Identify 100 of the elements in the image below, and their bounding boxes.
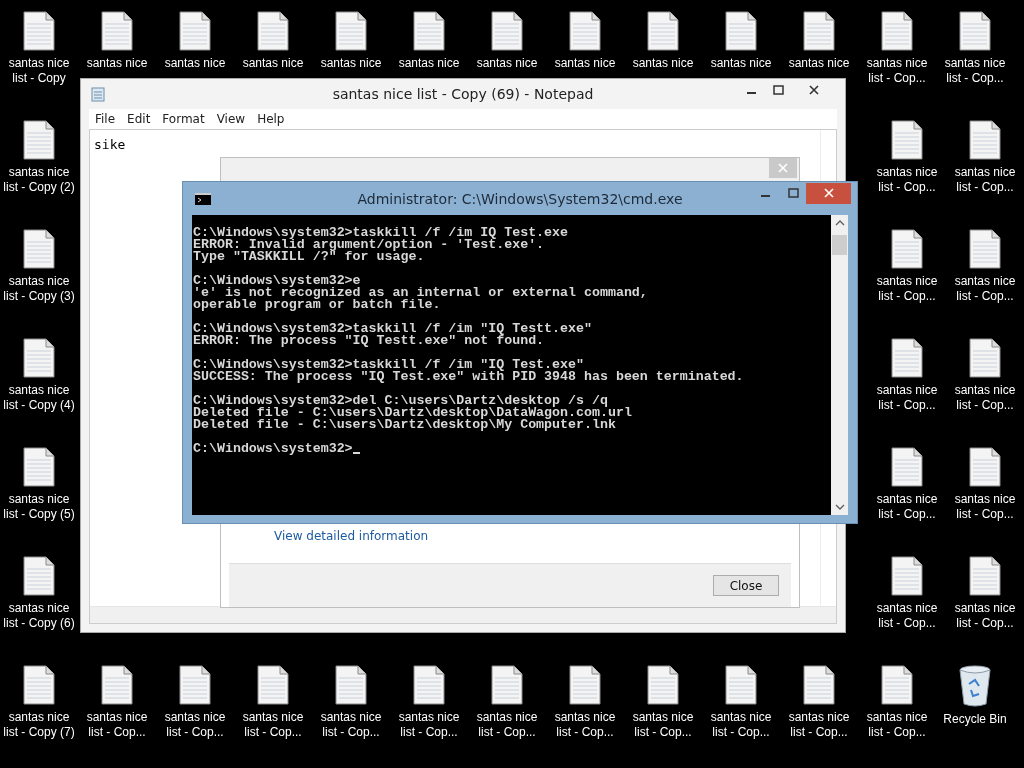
file-icon[interactable]: [100, 664, 134, 706]
maximize-icon[interactable]: [787, 188, 799, 198]
icon-label: santas nice: [553, 56, 617, 71]
maximize-icon[interactable]: [772, 85, 784, 95]
icon-label: santas nice list - Copy (2): [2, 165, 76, 195]
icon-label: santas nice list - Cop...: [943, 56, 1007, 86]
icon-label: santas nice: [709, 56, 773, 71]
file-icon[interactable]: [334, 664, 368, 706]
icon-label: santas nice list - Cop...: [875, 383, 939, 413]
icon-label: santas nice list - Cop...: [865, 710, 929, 740]
file-icon[interactable]: [968, 555, 1002, 597]
scroll-thumb[interactable]: [832, 235, 847, 255]
icon-label: santas nice list - Copy: [7, 56, 71, 86]
file-icon[interactable]: [968, 228, 1002, 270]
icon-label: santas nice list - Cop...: [875, 492, 939, 522]
icon-label: santas nice list - Copy (3): [2, 274, 76, 304]
file-icon[interactable]: [968, 446, 1002, 488]
file-icon[interactable]: [22, 337, 56, 379]
icon-label: santas nice: [85, 56, 149, 71]
file-icon[interactable]: [880, 664, 914, 706]
console-line: Type "TASKKILL /?" for usage.: [193, 251, 425, 263]
window-title: Administrator: C:\Windows\System32\cmd.exe: [357, 190, 683, 207]
file-icon[interactable]: [22, 555, 56, 597]
icon-label: santas nice: [241, 56, 305, 71]
file-icon[interactable]: [490, 10, 524, 52]
icon-label: santas nice list - Cop...: [953, 274, 1017, 304]
icon-label: santas nice list - Cop...: [631, 710, 695, 740]
scroll-up-icon[interactable]: [834, 219, 845, 227]
file-icon[interactable]: [22, 119, 56, 161]
menu-item[interactable]: Format: [156, 112, 211, 126]
file-icon[interactable]: [100, 10, 134, 52]
close-button[interactable]: [806, 182, 851, 204]
console-icon: [195, 193, 211, 205]
file-icon[interactable]: [490, 664, 524, 706]
icon-label: santas nice list - Cop...: [953, 383, 1017, 413]
console-line: 'e' is not recognized as an internal or external command,: [193, 287, 648, 299]
icon-label: santas nice: [163, 56, 227, 71]
file-icon[interactable]: [890, 555, 924, 597]
icon-label: santas nice: [319, 56, 383, 71]
icon-label: Recycle Bin: [942, 712, 1008, 727]
console-line: operable program or batch file.: [193, 299, 441, 311]
file-icon[interactable]: [890, 119, 924, 161]
menu-item[interactable]: File: [89, 112, 122, 126]
menu-item[interactable]: Help: [251, 112, 291, 126]
file-icon[interactable]: [880, 10, 914, 52]
file-icon[interactable]: [968, 337, 1002, 379]
file-icon[interactable]: [22, 228, 56, 270]
icon-label: santas nice list - Cop...: [875, 165, 939, 195]
scroll-down-icon[interactable]: [834, 503, 845, 511]
file-icon[interactable]: [256, 664, 290, 706]
console-line: C:\Windows\system32>taskkill /f /im IQ Test.exe: [193, 227, 569, 239]
file-icon[interactable]: [256, 10, 290, 52]
menu-item[interactable]: Edit: [121, 112, 157, 126]
close-button[interactable]: Close: [713, 575, 779, 596]
icon-label: santas nice list - Cop...: [875, 601, 939, 631]
file-icon[interactable]: [412, 664, 446, 706]
icon-label: santas nice: [631, 56, 695, 71]
icon-label: santas nice list - Cop...: [163, 710, 227, 740]
file-icon[interactable]: [802, 10, 836, 52]
file-icon[interactable]: [568, 10, 602, 52]
icon-label: santas nice list - Copy (4): [2, 383, 76, 413]
document-text: sike: [94, 137, 126, 152]
icon-label: santas nice: [475, 56, 539, 71]
notepad-icon: [91, 86, 105, 102]
file-icon[interactable]: [646, 10, 680, 52]
icon-label: santas nice list - Cop...: [953, 165, 1017, 195]
file-icon[interactable]: [890, 337, 924, 379]
console-line: C:\Windows\system32>del C:\users\Dartz\desktop /s /q: [193, 395, 608, 407]
icon-label: santas nice list - Copy (7): [2, 710, 76, 740]
icon-label: santas nice list - Cop...: [397, 710, 461, 740]
file-icon[interactable]: [568, 664, 602, 706]
file-icon[interactable]: [646, 664, 680, 706]
file-icon[interactable]: [22, 446, 56, 488]
file-icon[interactable]: [724, 10, 758, 52]
view-details-link[interactable]: View detailed information: [274, 529, 791, 543]
file-icon[interactable]: [890, 228, 924, 270]
icon-label: santas nice list - Cop...: [475, 710, 539, 740]
file-icon[interactable]: [334, 10, 368, 52]
file-icon[interactable]: [22, 664, 56, 706]
icon-label: santas nice list - Cop...: [865, 56, 929, 86]
file-icon[interactable]: [412, 10, 446, 52]
icon-label: santas nice list - Cop...: [875, 274, 939, 304]
vertical-scrollbar[interactable]: [831, 215, 848, 515]
icon-label: santas nice list - Cop...: [241, 710, 305, 740]
file-icon[interactable]: [968, 119, 1002, 161]
close-icon[interactable]: [809, 85, 819, 95]
file-icon[interactable]: [890, 446, 924, 488]
console-line: Deleted file - C:\users\Dartz\desktop\DataWagon.com.url: [193, 407, 632, 419]
horizontal-scrollbar[interactable]: [90, 606, 836, 623]
console-line: ERROR: The process "IQ Testt.exe" not found.: [193, 335, 545, 347]
recycle-bin-icon[interactable]: [957, 664, 993, 708]
console-line: Deleted file - C:\users\Dartz\desktop\My Computer.lnk: [193, 419, 616, 431]
file-icon[interactable]: [178, 664, 212, 706]
icon-label: santas nice list - Copy (6): [2, 601, 76, 631]
file-icon[interactable]: [958, 10, 992, 52]
file-icon[interactable]: [178, 10, 212, 52]
file-icon[interactable]: [724, 664, 758, 706]
file-icon[interactable]: [802, 664, 836, 706]
menu-item[interactable]: View: [210, 112, 252, 126]
file-icon[interactable]: [22, 10, 56, 52]
